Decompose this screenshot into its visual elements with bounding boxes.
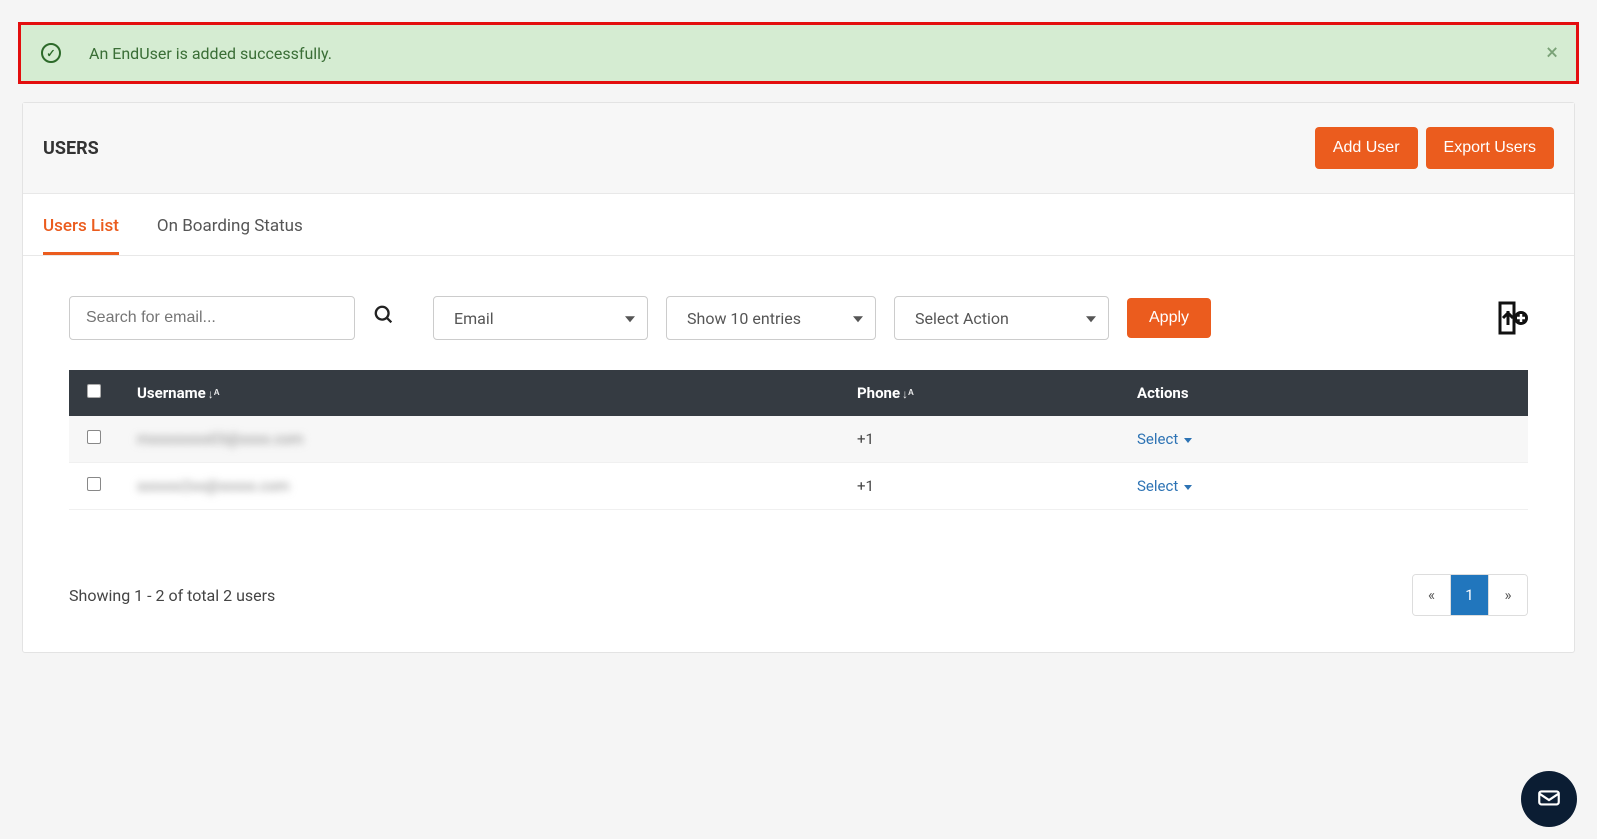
import-users-icon[interactable] xyxy=(1494,299,1528,337)
search-input[interactable] xyxy=(69,296,355,340)
search-icon[interactable] xyxy=(373,304,395,332)
entries-select[interactable]: Show 10 entries xyxy=(666,296,876,340)
page-1[interactable]: 1 xyxy=(1451,575,1489,615)
add-user-button[interactable]: Add User xyxy=(1315,127,1418,169)
username-cell: mxxxxxxxx03@xxxx.com xyxy=(137,430,303,448)
users-panel: USERS Add User Export Users Users List O… xyxy=(22,102,1575,653)
tab-onboarding-status[interactable]: On Boarding Status xyxy=(157,194,303,255)
results-count: Showing 1 - 2 of total 2 users xyxy=(69,586,275,605)
panel-header: USERS Add User Export Users xyxy=(23,103,1574,194)
alert-message: An EndUser is added successfully. xyxy=(89,44,332,63)
row-action-select[interactable]: Select xyxy=(1137,477,1192,495)
row-checkbox[interactable] xyxy=(87,477,101,491)
success-alert: An EndUser is added successfully. × xyxy=(18,22,1579,84)
page-title: USERS xyxy=(43,138,99,159)
filter-field-value: Email xyxy=(454,309,494,328)
page-next[interactable]: » xyxy=(1489,575,1527,615)
tab-users-list[interactable]: Users List xyxy=(43,194,119,255)
table-row: sxxxxx2xx@xxxxx.com +1 Select xyxy=(69,463,1528,510)
row-action-select[interactable]: Select xyxy=(1137,430,1192,448)
page-prev[interactable]: « xyxy=(1413,575,1451,615)
tabs: Users List On Boarding Status xyxy=(23,194,1574,256)
users-table: Username↓ᴬ Phone↓ᴬ Actions mxxxxxxxx03@x… xyxy=(69,370,1528,510)
col-actions: Actions xyxy=(1119,370,1528,416)
row-checkbox[interactable] xyxy=(87,430,101,444)
username-cell: sxxxxx2xx@xxxxx.com xyxy=(137,477,289,495)
phone-cell: +1 xyxy=(857,477,874,495)
bulk-action-select[interactable]: Select Action xyxy=(894,296,1109,340)
col-checkbox xyxy=(69,370,119,416)
users-table-wrap: Username↓ᴬ Phone↓ᴬ Actions mxxxxxxxx03@x… xyxy=(23,350,1574,550)
col-phone[interactable]: Phone↓ᴬ xyxy=(839,370,1119,416)
select-all-checkbox[interactable] xyxy=(87,384,101,398)
sort-icon: ↓ᴬ xyxy=(208,387,220,401)
filter-field-select[interactable]: Email xyxy=(433,296,648,340)
table-row: mxxxxxxxx03@xxxx.com +1 Select xyxy=(69,416,1528,463)
apply-button[interactable]: Apply xyxy=(1127,298,1211,338)
table-footer: Showing 1 - 2 of total 2 users « 1 » xyxy=(23,550,1574,652)
bulk-action-value: Select Action xyxy=(915,309,1009,328)
entries-value: Show 10 entries xyxy=(687,309,801,328)
header-actions: Add User Export Users xyxy=(1315,127,1554,169)
phone-cell: +1 xyxy=(857,430,874,448)
export-users-button[interactable]: Export Users xyxy=(1426,127,1554,169)
pagination: « 1 » xyxy=(1412,574,1528,616)
filters-bar: Email Show 10 entries Select Action Appl… xyxy=(23,256,1574,350)
sort-icon: ↓ᴬ xyxy=(902,387,914,401)
check-circle-icon xyxy=(41,43,61,63)
close-icon[interactable]: × xyxy=(1546,41,1558,66)
col-username[interactable]: Username↓ᴬ xyxy=(119,370,839,416)
